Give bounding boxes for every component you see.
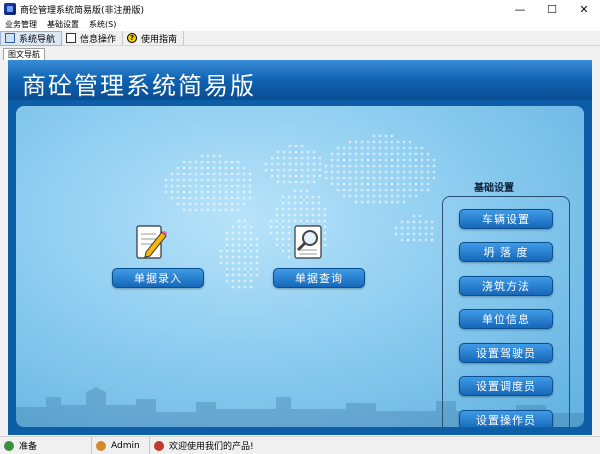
minimize-button[interactable]: —	[504, 0, 536, 18]
vehicle-settings-button[interactable]: 车辆设置	[459, 209, 553, 229]
toolbar-label: 使用指南	[141, 34, 178, 45]
close-button[interactable]: ✕	[568, 0, 600, 18]
window-controls: — ☐ ✕	[504, 0, 600, 18]
toolbar: 系统导航 信息操作 ? 使用指南	[0, 30, 600, 46]
slump-settings-button[interactable]: 坍 落 度	[459, 242, 553, 262]
set-operator-button[interactable]: 设置操作员	[459, 410, 553, 427]
status-ready-cell: 准备	[0, 436, 92, 454]
status-user-cell: Admin	[92, 436, 150, 454]
navigation-icon	[5, 33, 15, 43]
document-icon	[66, 33, 77, 43]
set-dispatcher-button[interactable]: 设置调度员	[459, 376, 553, 396]
tab-graphic-nav[interactable]: 图文导航	[3, 48, 45, 60]
menu-basic-settings[interactable]: 基础设置	[42, 19, 84, 30]
maximize-button[interactable]: ☐	[536, 0, 568, 18]
magnifier-document-icon	[294, 225, 322, 259]
menu-bar: 业务管理 基础设置 系统(S)	[0, 18, 600, 31]
set-driver-button[interactable]: 设置驾驶员	[459, 343, 553, 363]
window-title: 商砼管理系统简易版(非注册版)	[20, 5, 145, 16]
user-icon	[96, 440, 106, 451]
menu-system[interactable]: 系统(S)	[84, 19, 121, 30]
pouring-method-button[interactable]: 浇筑方法	[459, 276, 553, 296]
toolbar-system-nav-button[interactable]: 系统导航	[0, 30, 63, 46]
tab-strip: 图文导航	[0, 46, 600, 60]
ready-icon	[4, 440, 14, 451]
settings-group-title: 基础设置	[474, 183, 514, 194]
status-state: 准备	[19, 442, 38, 452]
status-message-cell: 欢迎使用我们的产品!	[150, 437, 600, 454]
unit-info-button[interactable]: 单位信息	[459, 309, 553, 329]
navigation-panel: 单据录入 单据查询 基础设置 车辆设置 坍 落 度 浇筑方法 单位信息 设置驾驶…	[16, 106, 584, 427]
toolbar-info-ops-button[interactable]: 信息操作	[62, 30, 124, 46]
toolbar-label: 系统导航	[19, 34, 56, 45]
banner: 商砼管理系统简易版	[8, 60, 592, 100]
main-content: 商砼管理系统简易版 单据录入 单据查询 基础设置 车辆设置 坍 落 度 浇筑方法…	[8, 60, 592, 435]
banner-title: 商砼管理系统简易版	[22, 72, 256, 100]
status-user: Admin	[111, 440, 140, 451]
toolbar-label: 信息操作	[80, 34, 117, 45]
app-logo-icon	[4, 3, 16, 15]
help-icon: ?	[127, 33, 138, 43]
status-message: 欢迎使用我们的产品!	[169, 442, 254, 452]
app-window: 商砼管理系统简易版(非注册版) — ☐ ✕ 业务管理 基础设置 系统(S) 系统…	[0, 0, 600, 454]
pencil-document-icon	[136, 225, 167, 259]
toolbar-guide-button[interactable]: ? 使用指南	[123, 30, 185, 46]
menu-business[interactable]: 业务管理	[0, 19, 42, 30]
document-entry-button[interactable]: 单据录入	[112, 268, 204, 288]
document-query-button[interactable]: 单据查询	[273, 268, 365, 288]
info-icon	[154, 440, 164, 451]
status-bar: 准备 Admin 欢迎使用我们的产品!	[0, 436, 600, 454]
title-bar: 商砼管理系统简易版(非注册版) — ☐ ✕	[0, 0, 600, 18]
